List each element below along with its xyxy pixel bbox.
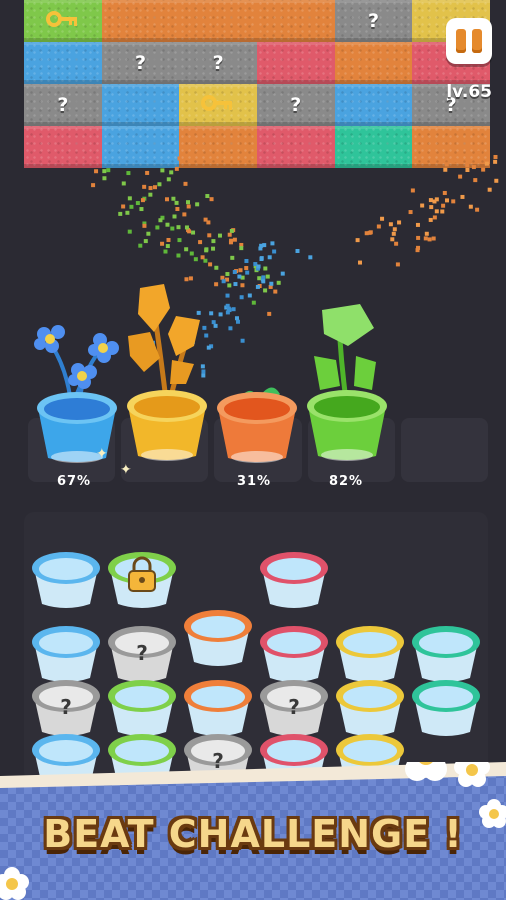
cup[interactable] bbox=[336, 626, 404, 682]
cup[interactable] bbox=[260, 552, 328, 608]
locked-cup[interactable] bbox=[108, 552, 176, 608]
hidden-cup[interactable]: ? bbox=[108, 626, 176, 682]
hidden-cup[interactable]: ? bbox=[260, 680, 328, 736]
cup[interactable] bbox=[184, 680, 252, 736]
cup[interactable] bbox=[336, 680, 404, 736]
cup[interactable] bbox=[32, 626, 100, 682]
beat-challenge-title: BEAT CHALLENGE ! bbox=[43, 812, 463, 856]
question-mark-icon: ? bbox=[288, 695, 300, 719]
question-mark-icon: ? bbox=[136, 641, 148, 665]
cup[interactable] bbox=[260, 626, 328, 682]
cup[interactable] bbox=[32, 552, 100, 608]
cup[interactable] bbox=[412, 680, 480, 736]
hidden-cup[interactable]: ? bbox=[32, 680, 100, 736]
question-mark-icon: ? bbox=[60, 695, 72, 719]
cup[interactable] bbox=[412, 626, 480, 682]
cup[interactable] bbox=[184, 610, 252, 666]
cup[interactable] bbox=[108, 680, 176, 736]
